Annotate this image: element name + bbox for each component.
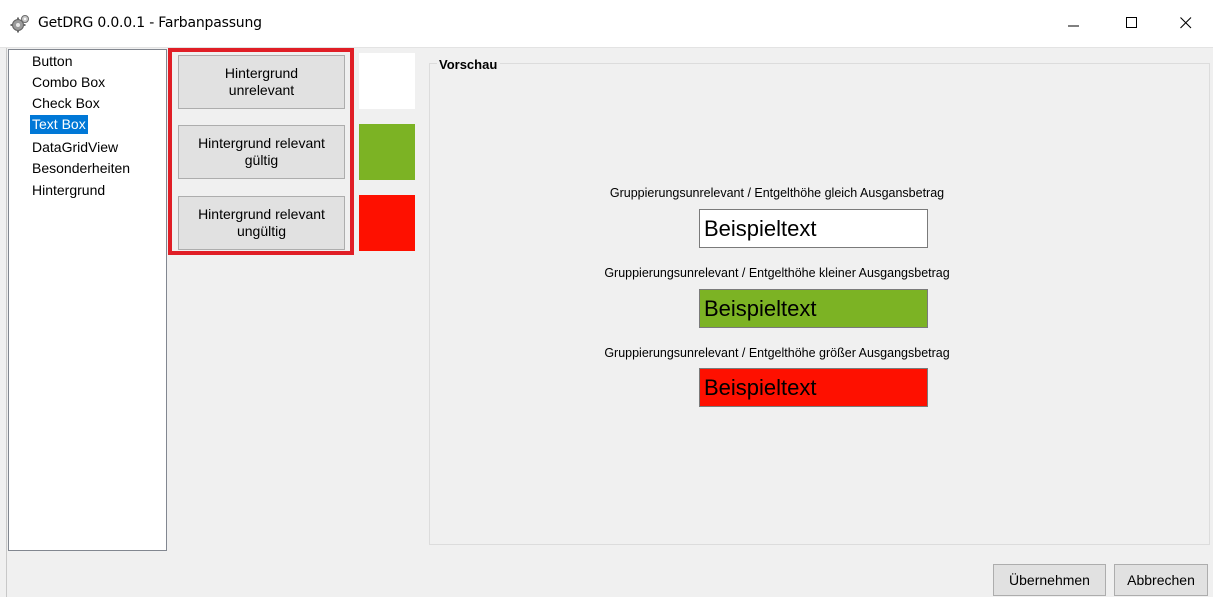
preview-textbox-larger[interactable]: Beispieltext xyxy=(699,368,928,407)
color-swatch-invalid xyxy=(359,195,415,251)
preview-textbox-smaller[interactable]: Beispieltext xyxy=(699,289,928,328)
background-irrelevant-button[interactable]: Hintergrund unrelevant xyxy=(178,55,345,109)
minimize-icon xyxy=(1068,25,1079,27)
list-item-hintergrund[interactable]: Hintergrund xyxy=(30,181,107,200)
maximize-icon xyxy=(1126,17,1137,28)
cancel-button[interactable]: Abbrechen xyxy=(1114,564,1208,596)
color-swatch-irrelevant xyxy=(359,53,415,109)
preview-label-equal: Gruppierungsunrelevant / Entgelthöhe gle… xyxy=(609,186,945,200)
background-relevant-valid-button[interactable]: Hintergrund relevant gültig xyxy=(178,125,345,179)
list-item-button[interactable]: Button xyxy=(30,52,74,71)
preview-textbox-equal[interactable]: Beispieltext xyxy=(699,209,928,248)
preview-label-larger: Gruppierungsunrelevant / Entgelthöhe grö… xyxy=(604,346,950,360)
minimize-button[interactable] xyxy=(1051,0,1097,46)
list-item-check-box[interactable]: Check Box xyxy=(30,94,102,113)
apply-button[interactable]: Übernehmen xyxy=(993,564,1106,596)
list-item-datagridview[interactable]: DataGridView xyxy=(30,138,120,157)
background-relevant-invalid-button[interactable]: Hintergrund relevant ungültig xyxy=(178,196,345,250)
list-item-text-box[interactable]: Text Box xyxy=(30,115,88,134)
list-item-besonderheiten[interactable]: Besonderheiten xyxy=(30,159,132,178)
close-button[interactable] xyxy=(1163,0,1209,46)
close-icon xyxy=(1180,17,1192,29)
title-bar: GetDRG 0.0.0.1 - Farbanpassung xyxy=(0,0,1213,48)
preview-label-smaller: Gruppierungsunrelevant / Entgelthöhe kle… xyxy=(604,266,950,280)
preview-title: Vorschau xyxy=(437,57,501,72)
maximize-button[interactable] xyxy=(1109,0,1155,46)
gear-icon xyxy=(10,14,30,34)
list-item-combo-box[interactable]: Combo Box xyxy=(30,73,107,92)
window-title: GetDRG 0.0.0.1 - Farbanpassung xyxy=(38,15,262,31)
color-swatch-valid xyxy=(359,124,415,180)
